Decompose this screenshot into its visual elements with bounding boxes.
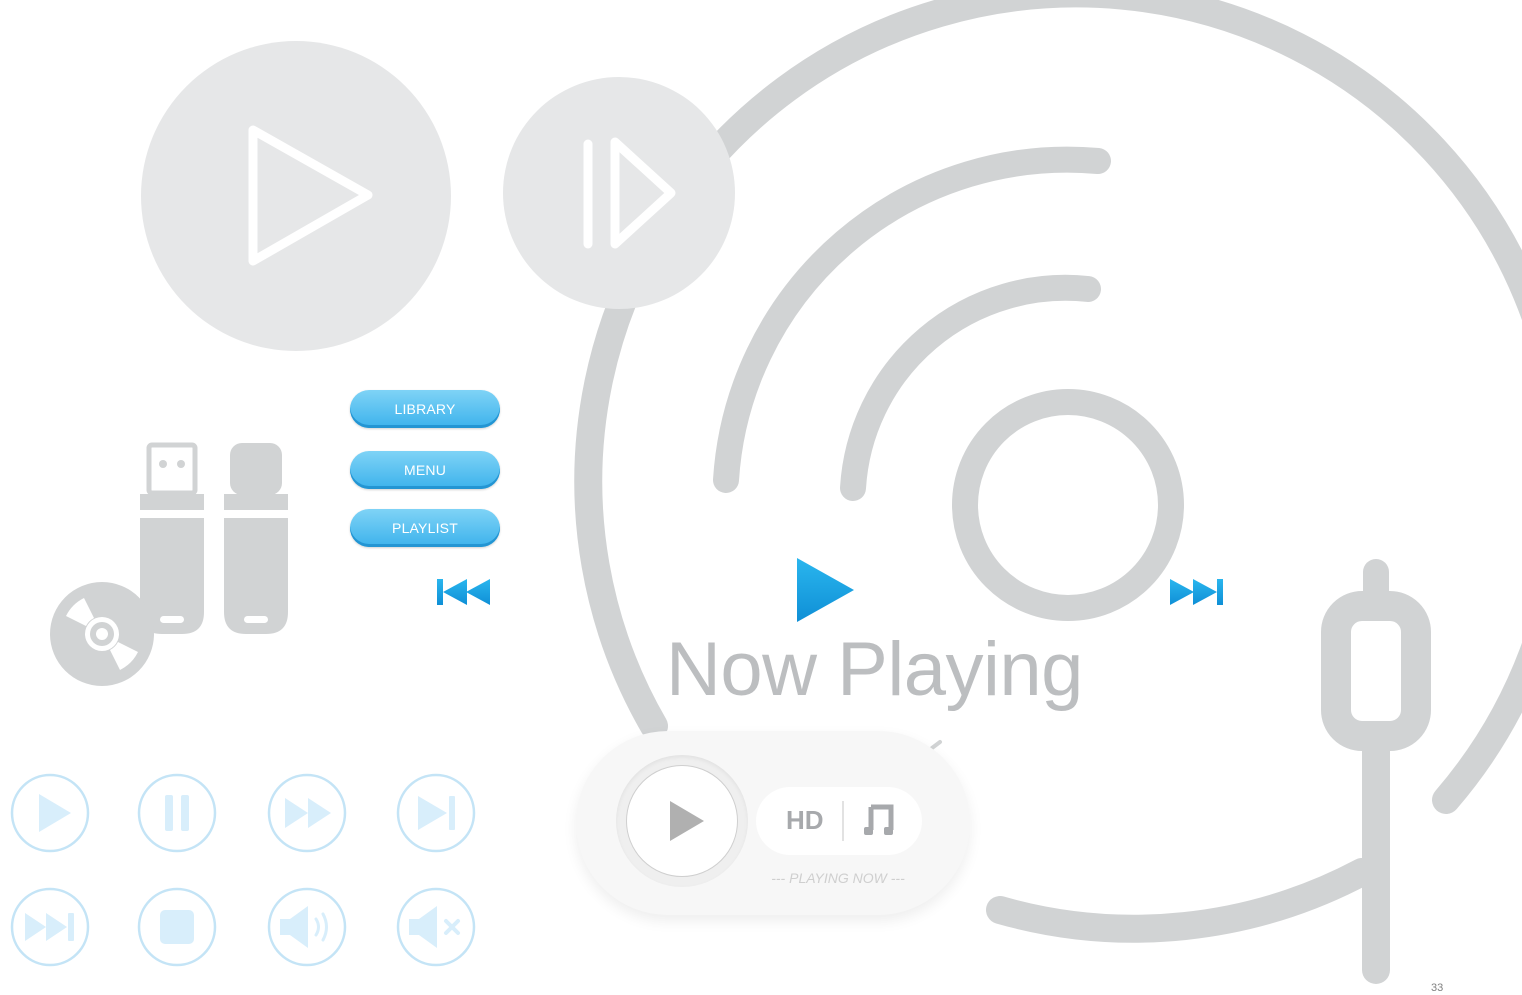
outline-stop-icon[interactable] — [136, 886, 218, 968]
now-playing-heading: Now Playing — [666, 627, 1083, 712]
disc-icon — [50, 582, 154, 686]
previous-track-icon[interactable] — [437, 579, 491, 605]
playlist-button[interactable]: PLAYLIST — [350, 509, 500, 547]
audio-jack-icon — [1321, 559, 1431, 984]
outline-mute-icon[interactable] — [395, 886, 477, 968]
outline-pause-icon[interactable] — [136, 772, 218, 854]
next-track-icon[interactable] — [1169, 579, 1223, 605]
widget-play-button[interactable] — [626, 765, 738, 877]
big-play-icon[interactable] — [140, 40, 452, 352]
quality-pill: HD — [756, 787, 922, 855]
play-pause-icon[interactable] — [502, 76, 736, 310]
now-playing-widget: HD --- PLAYING NOW --- — [576, 731, 970, 915]
outline-play-icon[interactable] — [9, 772, 91, 854]
divider — [842, 801, 844, 841]
menu-button[interactable]: MENU — [350, 451, 500, 489]
outline-fast-forward-icon[interactable] — [266, 772, 348, 854]
music-note-icon[interactable] — [862, 804, 896, 838]
library-button[interactable]: LIBRARY — [350, 390, 500, 428]
outline-skip-next-icon[interactable] — [395, 772, 477, 854]
outline-fast-forward-end-icon[interactable] — [9, 886, 91, 968]
playing-now-caption: --- PLAYING NOW --- — [771, 870, 905, 886]
outline-volume-icon[interactable] — [266, 886, 348, 968]
page-number: 33 — [1431, 982, 1444, 994]
play-icon[interactable] — [796, 557, 856, 623]
usb-drive-capped-icon — [224, 443, 288, 634]
hd-label[interactable]: HD — [786, 807, 824, 833]
play-icon — [670, 801, 704, 841]
